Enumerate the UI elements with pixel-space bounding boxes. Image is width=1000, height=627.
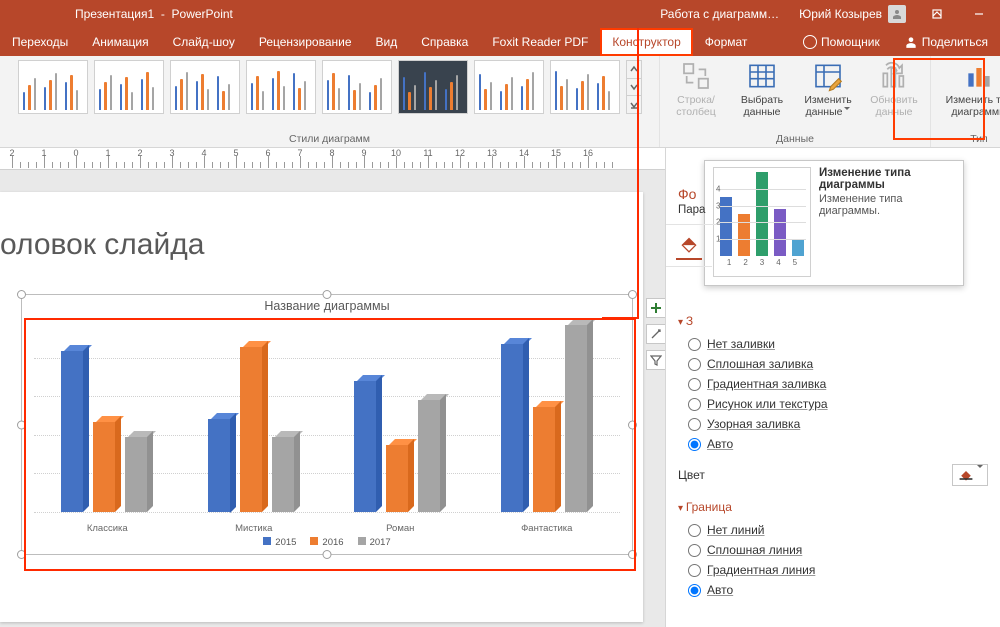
section-fill-header[interactable]: З <box>678 314 988 328</box>
gallery-more-button[interactable] <box>627 96 641 113</box>
resize-handle[interactable] <box>17 420 26 429</box>
minimize-button[interactable] <box>958 0 1000 28</box>
chart-style-thumb[interactable] <box>246 60 316 114</box>
section-border: Граница Нет линий Сплошная линия Градиен… <box>666 492 1000 604</box>
category-label: Классика <box>87 523 128 534</box>
document-title: Презентация1 - PowerPoint <box>0 7 233 21</box>
resize-handle[interactable] <box>17 550 26 559</box>
chart-style-thumb[interactable] <box>170 60 240 114</box>
category-label: Мистика <box>235 523 272 534</box>
resize-handle[interactable] <box>323 550 332 559</box>
resize-handle[interactable] <box>628 550 637 559</box>
select-data-button[interactable]: Выбрать данные <box>732 60 792 118</box>
chart-elements-button[interactable] <box>646 298 666 318</box>
border-gradient-option[interactable]: Градиентная линия <box>678 560 988 580</box>
ribbon-group-chart-styles: Стили диаграмм <box>0 56 660 147</box>
ribbon-tabs: Переходы Анимация Слайд-шоу Рецензирован… <box>0 28 1000 56</box>
color-label: Цвет <box>678 468 952 482</box>
category-label: Фантастика <box>521 523 572 534</box>
tab-foxit[interactable]: Foxit Reader PDF <box>480 28 600 56</box>
tab-review[interactable]: Рецензирование <box>247 28 364 56</box>
slide-canvas[interactable]: 21012345678910111213141516 оловок слайда… <box>0 148 665 627</box>
fill-auto-option[interactable]: Авто <box>678 434 988 454</box>
chart-style-thumb[interactable] <box>474 60 544 114</box>
contextual-tab-label: Работа с диаграмм… <box>650 7 789 21</box>
ribbon-group-data: Строка/ столбец Выбрать данные Изменить … <box>660 56 931 147</box>
group-label-styles: Стили диаграмм <box>289 131 370 145</box>
tab-view[interactable]: Вид <box>364 28 410 56</box>
edit-data-button[interactable]: Изменить данные <box>798 60 858 118</box>
tooltip-change-chart-type: 123412345 Изменение типа диаграммы Измен… <box>704 160 964 286</box>
chart-style-thumb[interactable] <box>398 60 468 114</box>
resize-handle[interactable] <box>628 290 637 299</box>
chart-style-thumb[interactable] <box>322 60 392 114</box>
share-button[interactable]: Поделиться <box>892 28 1000 56</box>
group-label-type: Тип <box>970 131 988 145</box>
border-solid-option[interactable]: Сплошная линия <box>678 540 988 560</box>
chart-filters-button[interactable] <box>646 350 666 370</box>
title-bar: Презентация1 - PowerPoint Работа с диагр… <box>0 0 1000 28</box>
ribbon-options-button[interactable] <box>916 0 958 28</box>
section-border-header[interactable]: Граница <box>678 500 988 514</box>
pane-tab-fill-icon[interactable] <box>676 234 702 260</box>
user-account[interactable]: Юрий Козырев <box>789 5 916 23</box>
fill-solid-option[interactable]: Сплошная заливка <box>678 354 988 374</box>
tab-transitions[interactable]: Переходы <box>0 28 80 56</box>
tab-chart-design[interactable]: Конструктор <box>600 28 692 56</box>
pane-header-visible: Фо <box>666 178 708 206</box>
share-icon <box>904 35 918 49</box>
change-chart-type-button[interactable]: Изменить тип диаграммы <box>937 60 1000 118</box>
group-label-data: Данные <box>776 131 814 145</box>
tell-me[interactable]: Помощник <box>791 28 892 56</box>
resize-handle[interactable] <box>323 290 332 299</box>
color-picker[interactable] <box>952 464 988 486</box>
legend-item[interactable]: 2016 <box>310 537 343 548</box>
slide-title-text[interactable]: оловок слайда <box>0 228 204 262</box>
chart-style-thumb[interactable] <box>550 60 620 114</box>
chart-legend[interactable]: 2015 2016 2017 <box>22 537 632 548</box>
border-auto-option[interactable]: Авто <box>678 580 988 600</box>
chart-styles-button[interactable] <box>646 324 666 344</box>
tab-slideshow[interactable]: Слайд-шоу <box>161 28 247 56</box>
tab-animation[interactable]: Анимация <box>80 28 160 56</box>
switch-row-column-button: Строка/ столбец <box>666 60 726 118</box>
pane-subheader: Пара <box>666 204 717 225</box>
horizontal-ruler: 21012345678910111213141516 <box>0 148 665 170</box>
ribbon-group-type: Изменить тип диаграммы Тип <box>931 56 1000 147</box>
refresh-data-button: Обновить данные <box>864 60 924 118</box>
resize-handle[interactable] <box>17 290 26 299</box>
slide[interactable]: оловок слайда Название диаграммы Классик… <box>0 192 643 622</box>
legend-item[interactable]: 2015 <box>263 537 296 548</box>
tooltip-chart-preview: 123412345 <box>713 167 811 277</box>
fill-none-option[interactable]: Нет заливки <box>678 334 988 354</box>
gallery-up-button[interactable] <box>627 61 641 79</box>
legend-item[interactable]: 2017 <box>358 537 391 548</box>
chart-style-thumb[interactable] <box>18 60 88 114</box>
category-label: Роман <box>386 523 414 534</box>
chart-style-thumb[interactable] <box>94 60 164 114</box>
avatar-icon <box>888 5 906 23</box>
format-pane: 123412345 Изменение типа диаграммы Измен… <box>665 148 1000 627</box>
gallery-down-button[interactable] <box>627 79 641 97</box>
chart-quick-buttons <box>646 298 666 370</box>
bulb-icon <box>803 35 817 49</box>
chart-object[interactable]: Название диаграммы КлассикаМистикаРоманФ… <box>21 294 633 555</box>
border-none-option[interactable]: Нет линий <box>678 520 988 540</box>
tab-help[interactable]: Справка <box>409 28 480 56</box>
fill-picture-option[interactable]: Рисунок или текстура <box>678 394 988 414</box>
ribbon: Стили диаграмм Строка/ столбец Выбрать д… <box>0 56 1000 148</box>
chart-plot-area[interactable]: КлассикаМистикаРоманФантастика <box>34 319 620 512</box>
gallery-scroll <box>626 60 642 114</box>
tab-format[interactable]: Формат <box>693 28 760 56</box>
fill-pattern-option[interactable]: Узорная заливка <box>678 414 988 434</box>
fill-gradient-option[interactable]: Градиентная заливка <box>678 374 988 394</box>
section-fill: З Нет заливки Сплошная заливка Градиентн… <box>666 326 1000 458</box>
resize-handle[interactable] <box>628 420 637 429</box>
